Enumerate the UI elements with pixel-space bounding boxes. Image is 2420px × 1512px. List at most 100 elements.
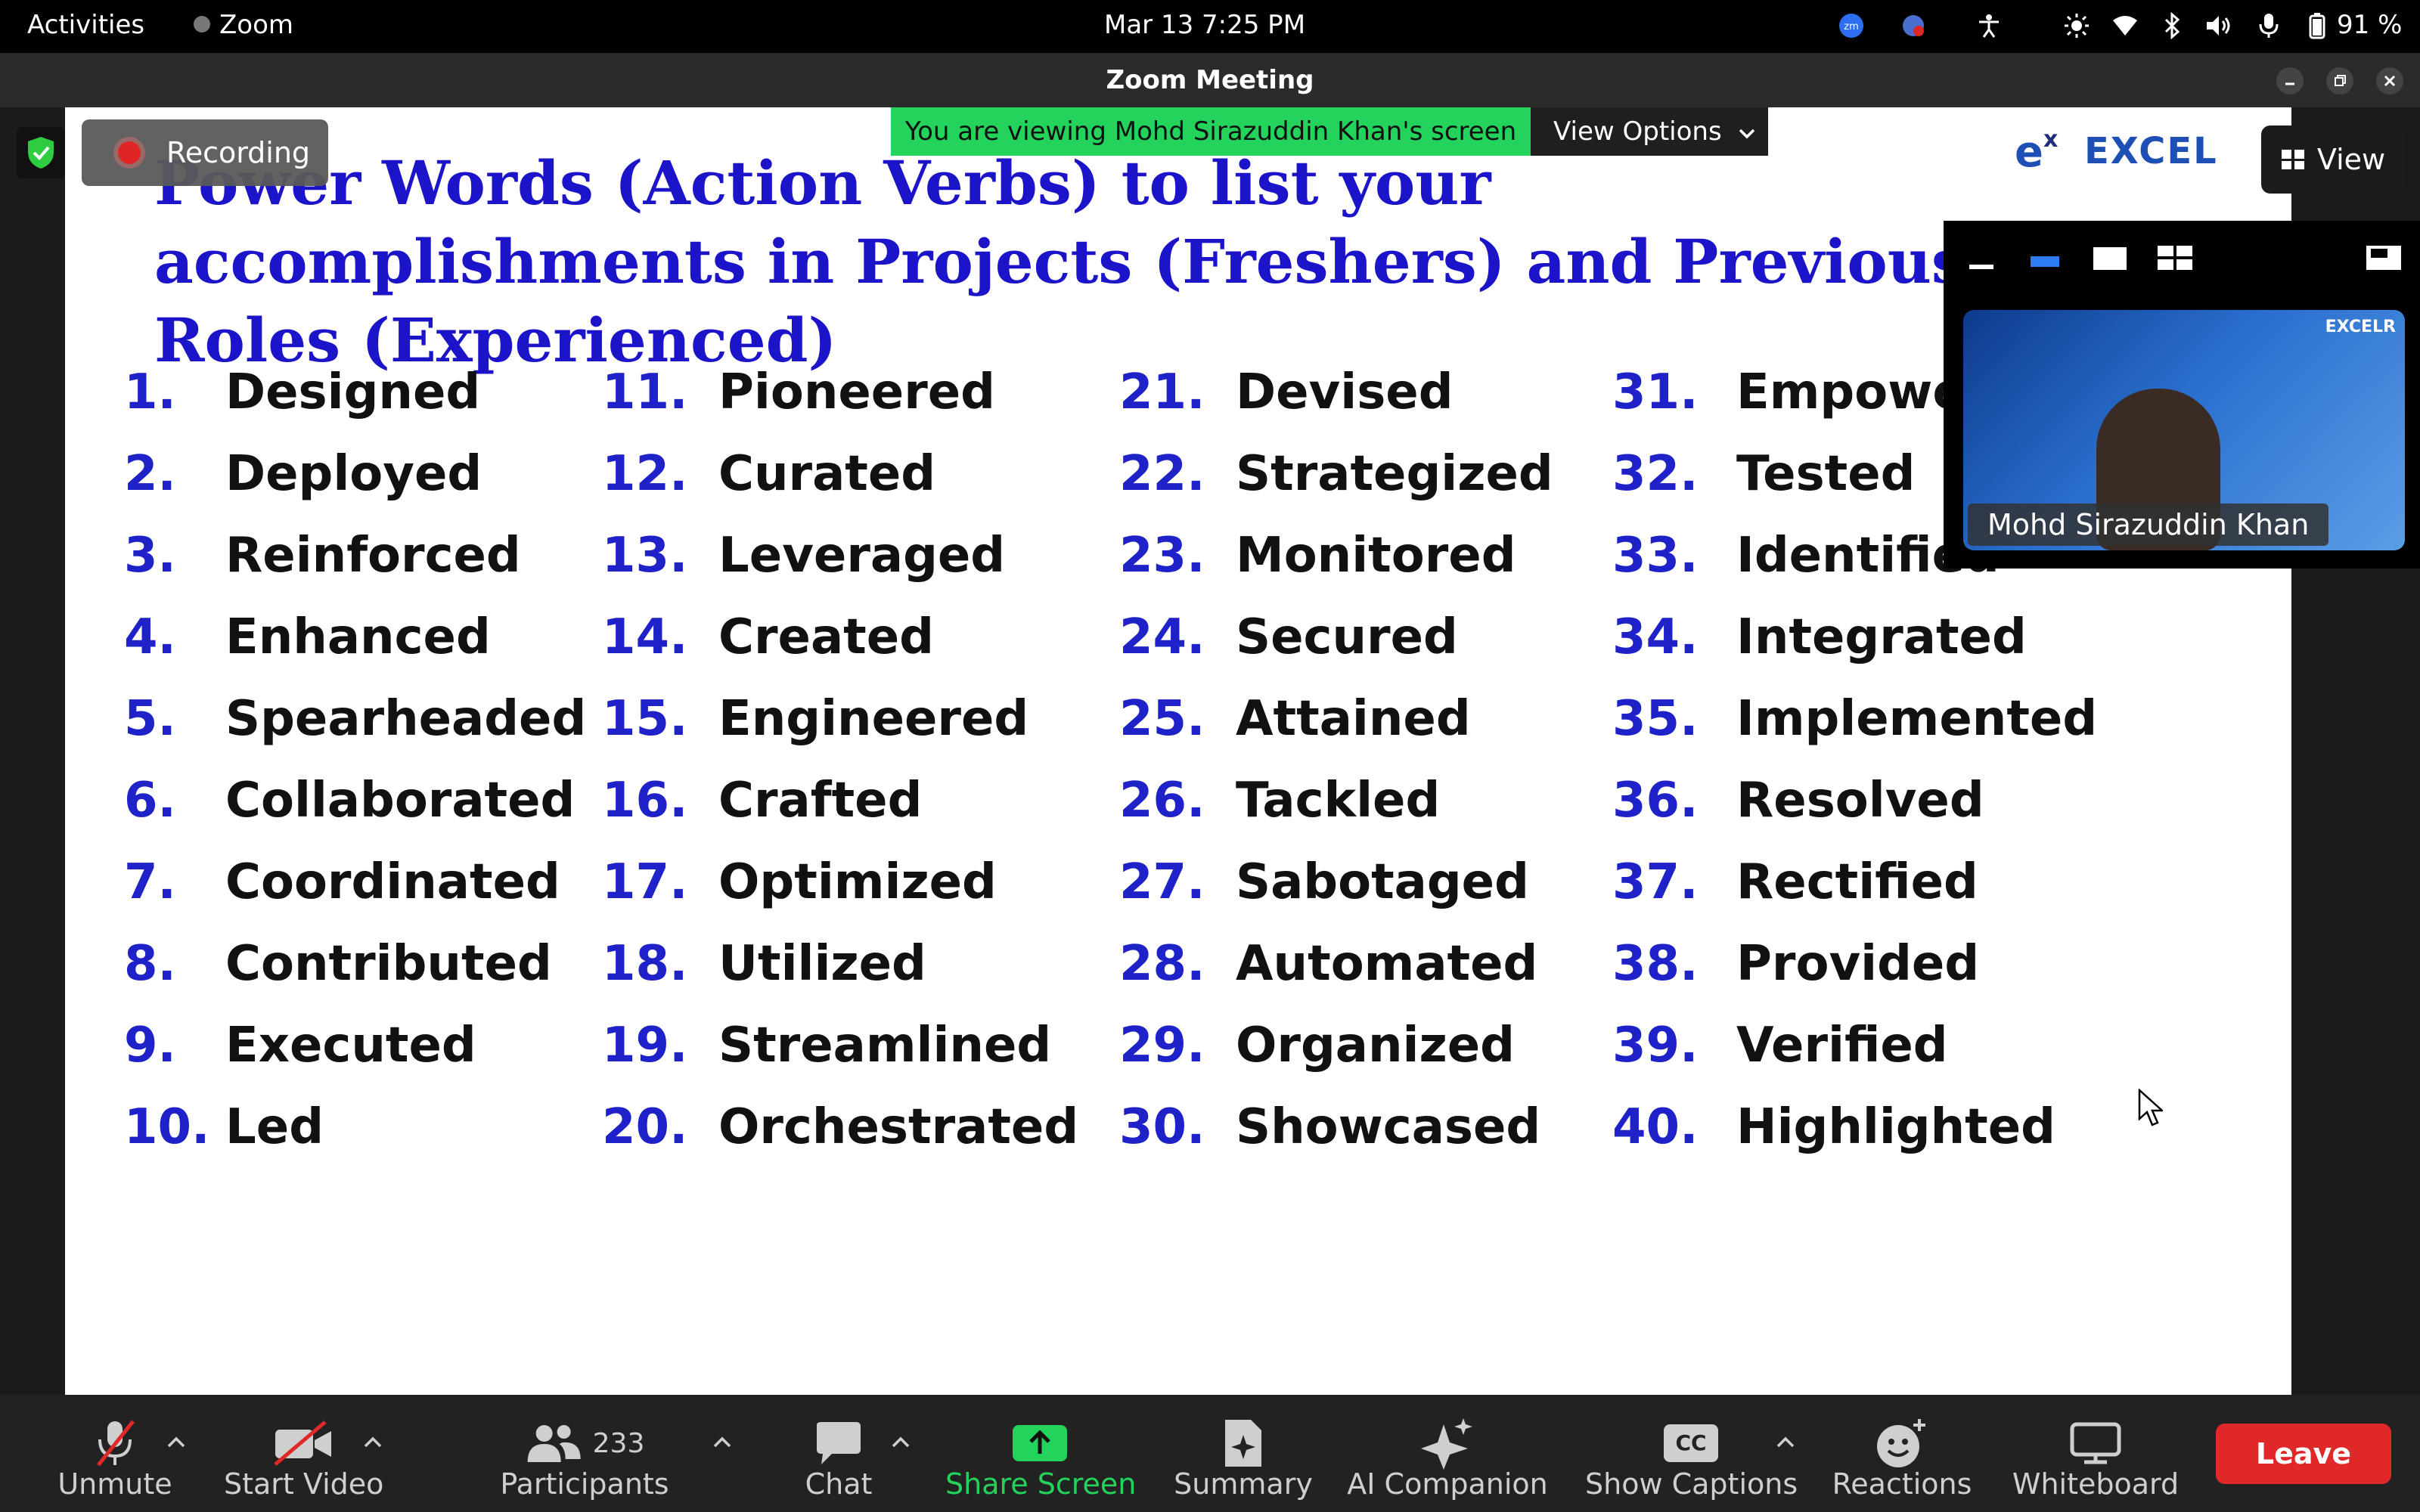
item-number: 30. — [1119, 1099, 1205, 1155]
item-word: Created — [718, 609, 934, 665]
item-number: 4. — [124, 609, 176, 665]
window-title: Zoom Meeting — [1106, 65, 1314, 95]
volume-icon[interactable] — [2204, 11, 2234, 41]
leave-button[interactable]: Leave — [2216, 1424, 2391, 1484]
item-number: 16. — [602, 773, 688, 829]
summary-document-icon — [1222, 1413, 1264, 1473]
ai-companion-button[interactable]: AI Companion — [1346, 1395, 1549, 1512]
item-number: 18. — [602, 936, 688, 992]
ai-companion-label: AI Companion — [1347, 1467, 1548, 1501]
gallery-view-icon[interactable] — [2152, 239, 2198, 277]
item-number: 31. — [1612, 364, 1699, 420]
minimize-button[interactable] — [2276, 67, 2304, 94]
microphone-icon[interactable] — [2254, 11, 2284, 41]
item-number: 39. — [1612, 1018, 1699, 1074]
item-number: 8. — [124, 936, 176, 992]
item-number: 35. — [1612, 691, 1699, 747]
clock[interactable]: Mar 13 7:25 PM — [1104, 10, 1305, 40]
item-word: Led — [225, 1099, 324, 1155]
item-word: Enhanced — [225, 609, 491, 665]
reactions-button[interactable]: Reactions — [1823, 1395, 1981, 1512]
closed-captions-icon: CC — [1664, 1413, 1718, 1473]
summary-label: Summary — [1174, 1467, 1313, 1501]
item-number: 19. — [602, 1018, 688, 1074]
night-light-icon[interactable] — [2062, 11, 2092, 41]
pop-out-video-icon[interactable] — [2361, 239, 2406, 277]
start-video-button[interactable]: Start Video — [224, 1395, 383, 1512]
share-screen-button[interactable]: Share Screen — [945, 1395, 1136, 1512]
window-title-bar: Zoom Meeting — [0, 53, 2420, 107]
item-number: 28. — [1119, 936, 1205, 992]
participants-count: 233 — [592, 1427, 645, 1459]
chevron-down-icon — [1739, 129, 1754, 139]
svg-text:e: e — [2015, 128, 2043, 172]
active-speaker-strip-icon[interactable] — [2022, 239, 2068, 277]
item-word: Spearheaded — [225, 691, 587, 747]
item-word: Coordinated — [225, 854, 560, 910]
chat-button[interactable]: Chat — [782, 1395, 895, 1512]
item-word: Integrated — [1736, 609, 2027, 665]
chat-options-caret-icon[interactable] — [889, 1431, 912, 1454]
captions-options-caret-icon[interactable] — [1774, 1431, 1797, 1454]
reactions-smiley-icon — [1876, 1413, 1928, 1473]
item-number: 33. — [1612, 528, 1699, 584]
item-number: 27. — [1119, 854, 1205, 910]
item-number: 3. — [124, 528, 176, 584]
accessibility-icon[interactable] — [1974, 11, 2004, 41]
chat-bubble-icon — [814, 1413, 864, 1473]
participants-options-caret-icon[interactable] — [711, 1431, 734, 1454]
bluetooth-icon[interactable] — [2157, 11, 2187, 41]
item-word: Curated — [718, 446, 936, 502]
item-word: Crafted — [718, 773, 923, 829]
speaker-view-icon[interactable] — [2087, 239, 2133, 277]
show-captions-label: Show Captions — [1585, 1467, 1798, 1501]
ai-sparkle-icon — [1419, 1413, 1475, 1473]
item-number: 29. — [1119, 1018, 1205, 1074]
grid-view-icon — [2281, 150, 2304, 169]
battery-icon[interactable] — [2302, 11, 2332, 41]
whiteboard-button[interactable]: Whiteboard — [2009, 1395, 2183, 1512]
item-word: Leveraged — [718, 528, 1006, 584]
item-number: 2. — [124, 446, 176, 502]
item-word: Executed — [225, 1018, 476, 1074]
encryption-shield-icon[interactable] — [17, 127, 65, 178]
item-word: Implemented — [1736, 691, 2098, 747]
show-captions-button[interactable]: CC Show Captions — [1585, 1395, 1798, 1512]
view-options-dropdown[interactable]: View Options — [1531, 107, 1768, 156]
item-word: Verified — [1736, 1018, 1948, 1074]
video-options-caret-icon[interactable] — [361, 1431, 384, 1454]
wifi-icon[interactable] — [2110, 11, 2140, 41]
svg-text:x: x — [2043, 127, 2058, 153]
item-number: 13. — [602, 528, 688, 584]
restore-button[interactable] — [2326, 67, 2353, 94]
video-tile-logo: EXCELR — [2325, 318, 2396, 336]
item-word: Streamlined — [718, 1018, 1052, 1074]
hide-video-minimize-icon[interactable] — [1959, 239, 2004, 277]
close-button[interactable] — [2376, 67, 2403, 94]
view-button[interactable]: View — [2261, 125, 2405, 194]
item-number: 5. — [124, 691, 176, 747]
participant-name-tag: Mohd Sirazuddin Khan — [1968, 503, 2329, 546]
start-video-label: Start Video — [224, 1467, 384, 1501]
excelr-logo: ex EXCEL — [1963, 107, 2291, 204]
item-number: 23. — [1119, 528, 1205, 584]
item-number: 7. — [124, 854, 176, 910]
unmute-button[interactable]: Unmute — [53, 1395, 177, 1512]
item-number: 38. — [1612, 936, 1699, 992]
activities-button[interactable]: Activities — [27, 10, 144, 40]
audio-options-caret-icon[interactable] — [165, 1431, 188, 1454]
zoom-tray-icon[interactable]: zm — [1836, 11, 1866, 41]
app-menu-zoom[interactable]: Zoom — [194, 10, 293, 40]
screen-record-tray-icon[interactable] — [1898, 11, 1928, 41]
battery-percent: 91 % — [2337, 10, 2403, 40]
participants-button[interactable]: 233 Participants — [499, 1395, 670, 1512]
recording-indicator[interactable]: Recording — [82, 119, 328, 186]
item-word: Contributed — [225, 936, 552, 992]
slide-title: Power Words (Action Verbs) to list your … — [154, 147, 1965, 376]
reactions-label: Reactions — [1832, 1467, 1972, 1501]
summary-button[interactable]: Summary — [1169, 1395, 1317, 1512]
item-number: 12. — [602, 446, 688, 502]
participant-video-tile[interactable]: EXCELR Mohd Sirazuddin Khan — [1963, 310, 2405, 550]
item-word: Tackled — [1236, 773, 1441, 829]
item-word: Resolved — [1736, 773, 1984, 829]
